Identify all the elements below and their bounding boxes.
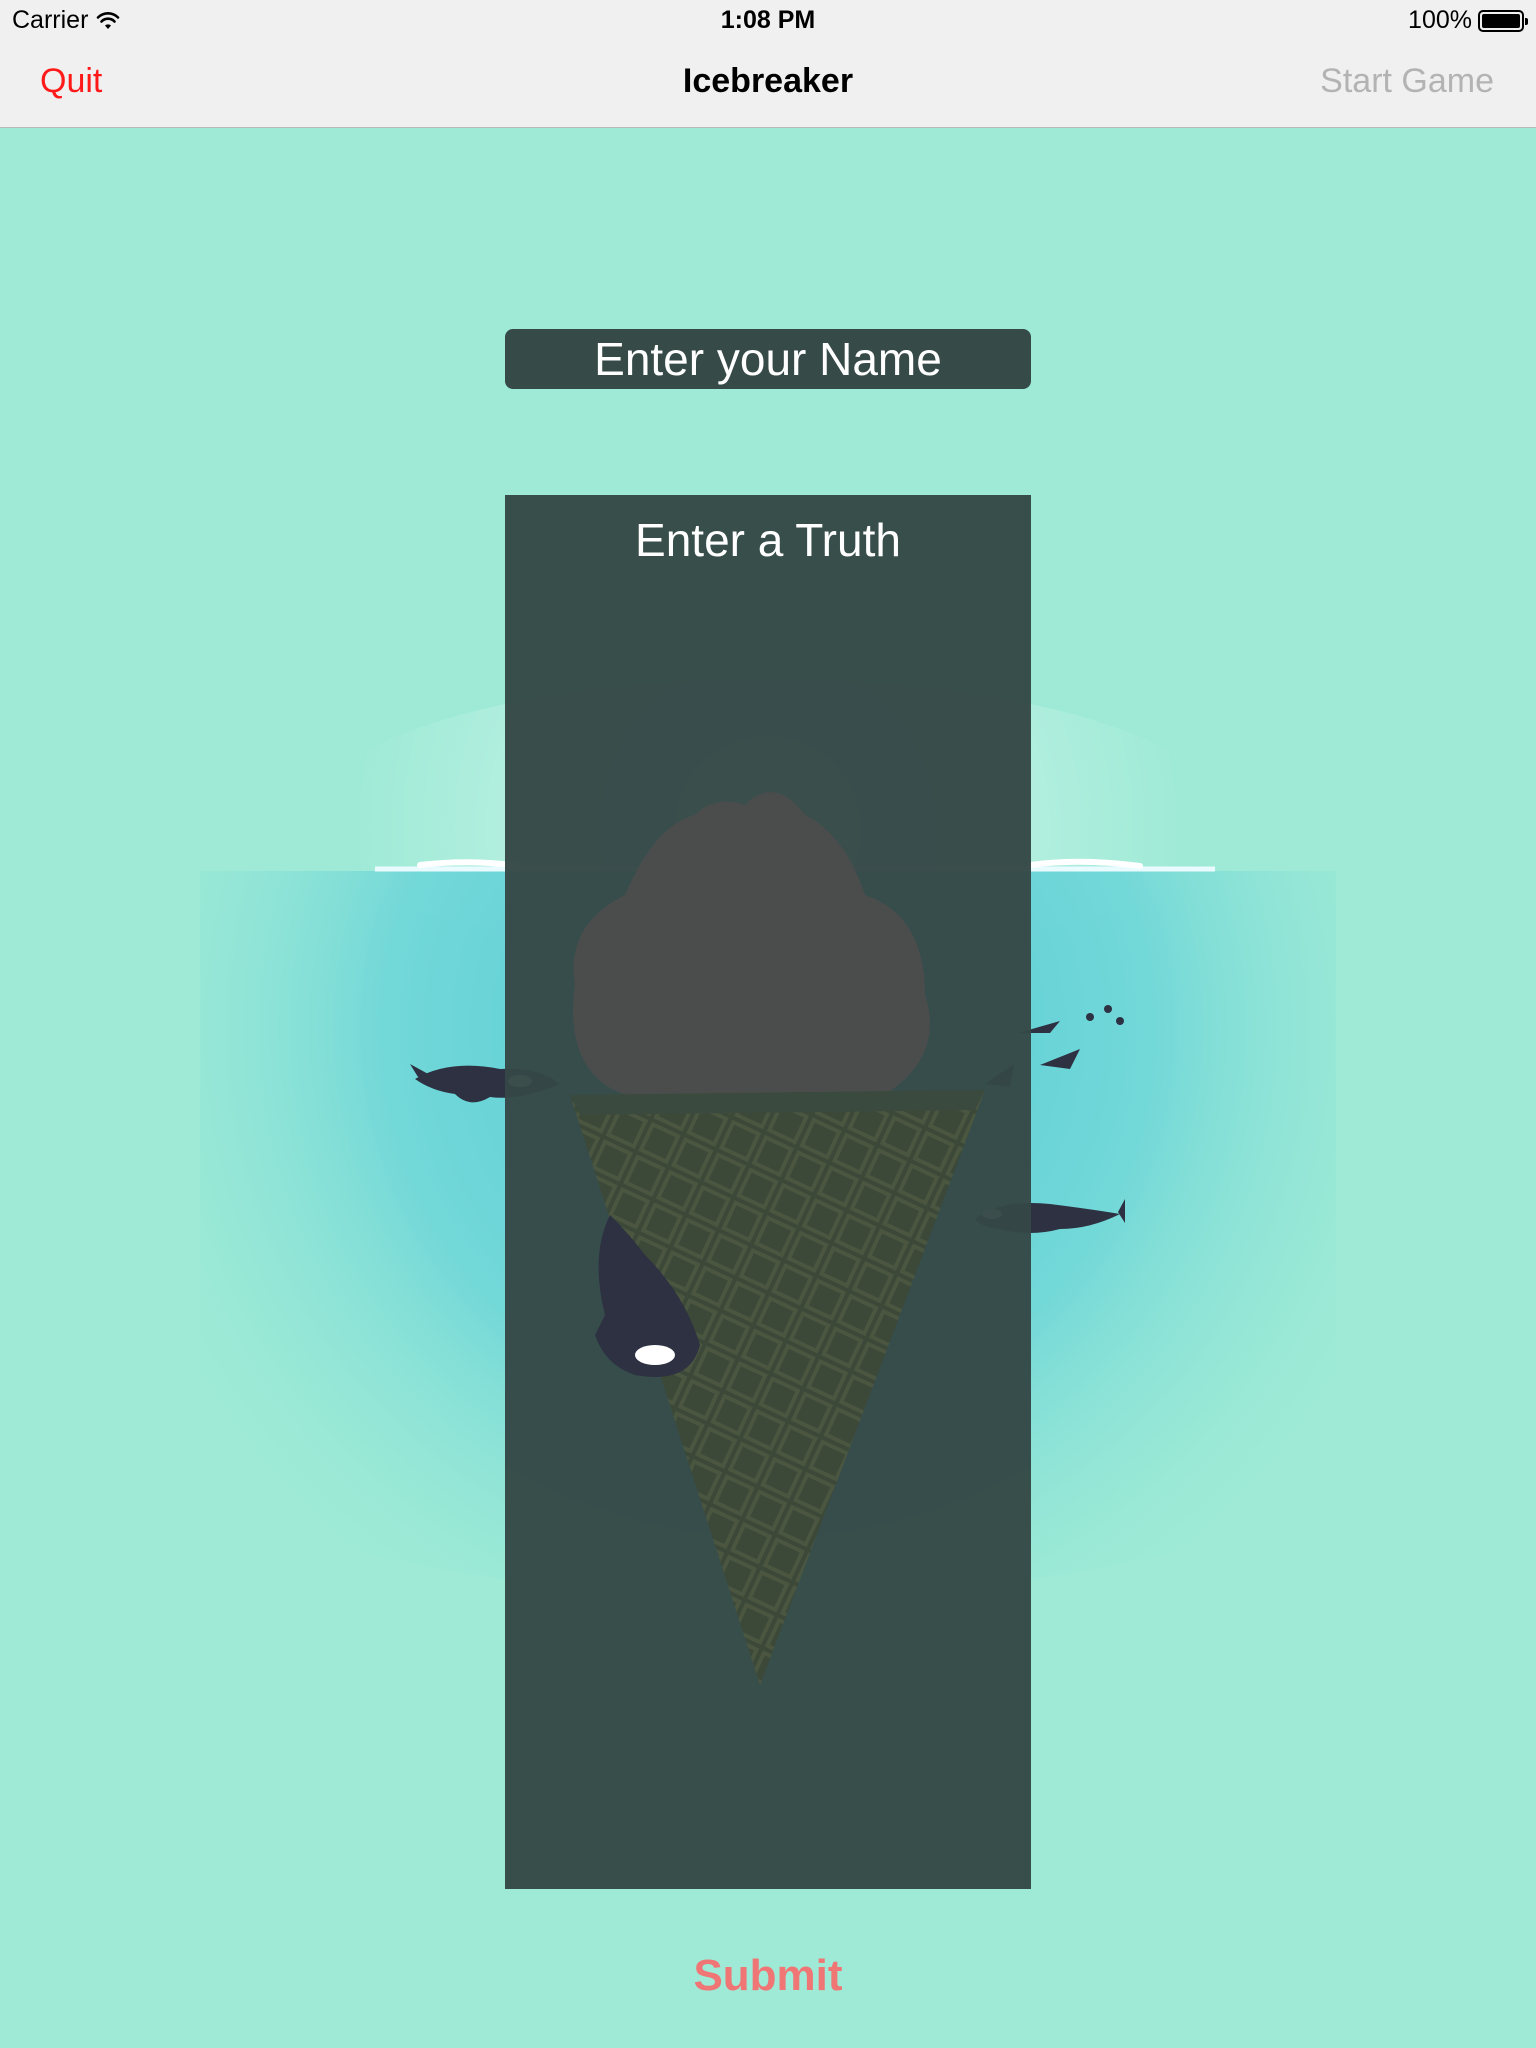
ice-cream-cone-illustration <box>570 792 985 1685</box>
quit-button[interactable]: Quit <box>40 62 102 101</box>
status-bar: Carrier 1:08 PM 100% <box>0 0 1536 40</box>
submit-button[interactable]: Submit <box>0 1951 1536 2001</box>
truth-placeholder: Enter a Truth <box>635 514 901 566</box>
battery-indicator: 100% <box>1408 6 1528 35</box>
truth-text-area[interactable]: Enter a Truth <box>505 495 1031 1889</box>
name-field[interactable]: Enter your Name <box>505 329 1031 389</box>
start-game-button[interactable]: Start Game <box>1320 62 1494 101</box>
page-title: Icebreaker <box>682 62 854 100</box>
submit-label: Submit <box>693 1951 843 2000</box>
status-time: 1:08 PM <box>720 6 816 34</box>
battery-percent: 100% <box>1408 6 1472 34</box>
battery-icon <box>1478 9 1528 32</box>
iceberg-background: Enter your Name Enter a Truth Submit <box>0 129 1536 2048</box>
navigation-bar: Quit Icebreaker Start Game <box>0 40 1536 128</box>
